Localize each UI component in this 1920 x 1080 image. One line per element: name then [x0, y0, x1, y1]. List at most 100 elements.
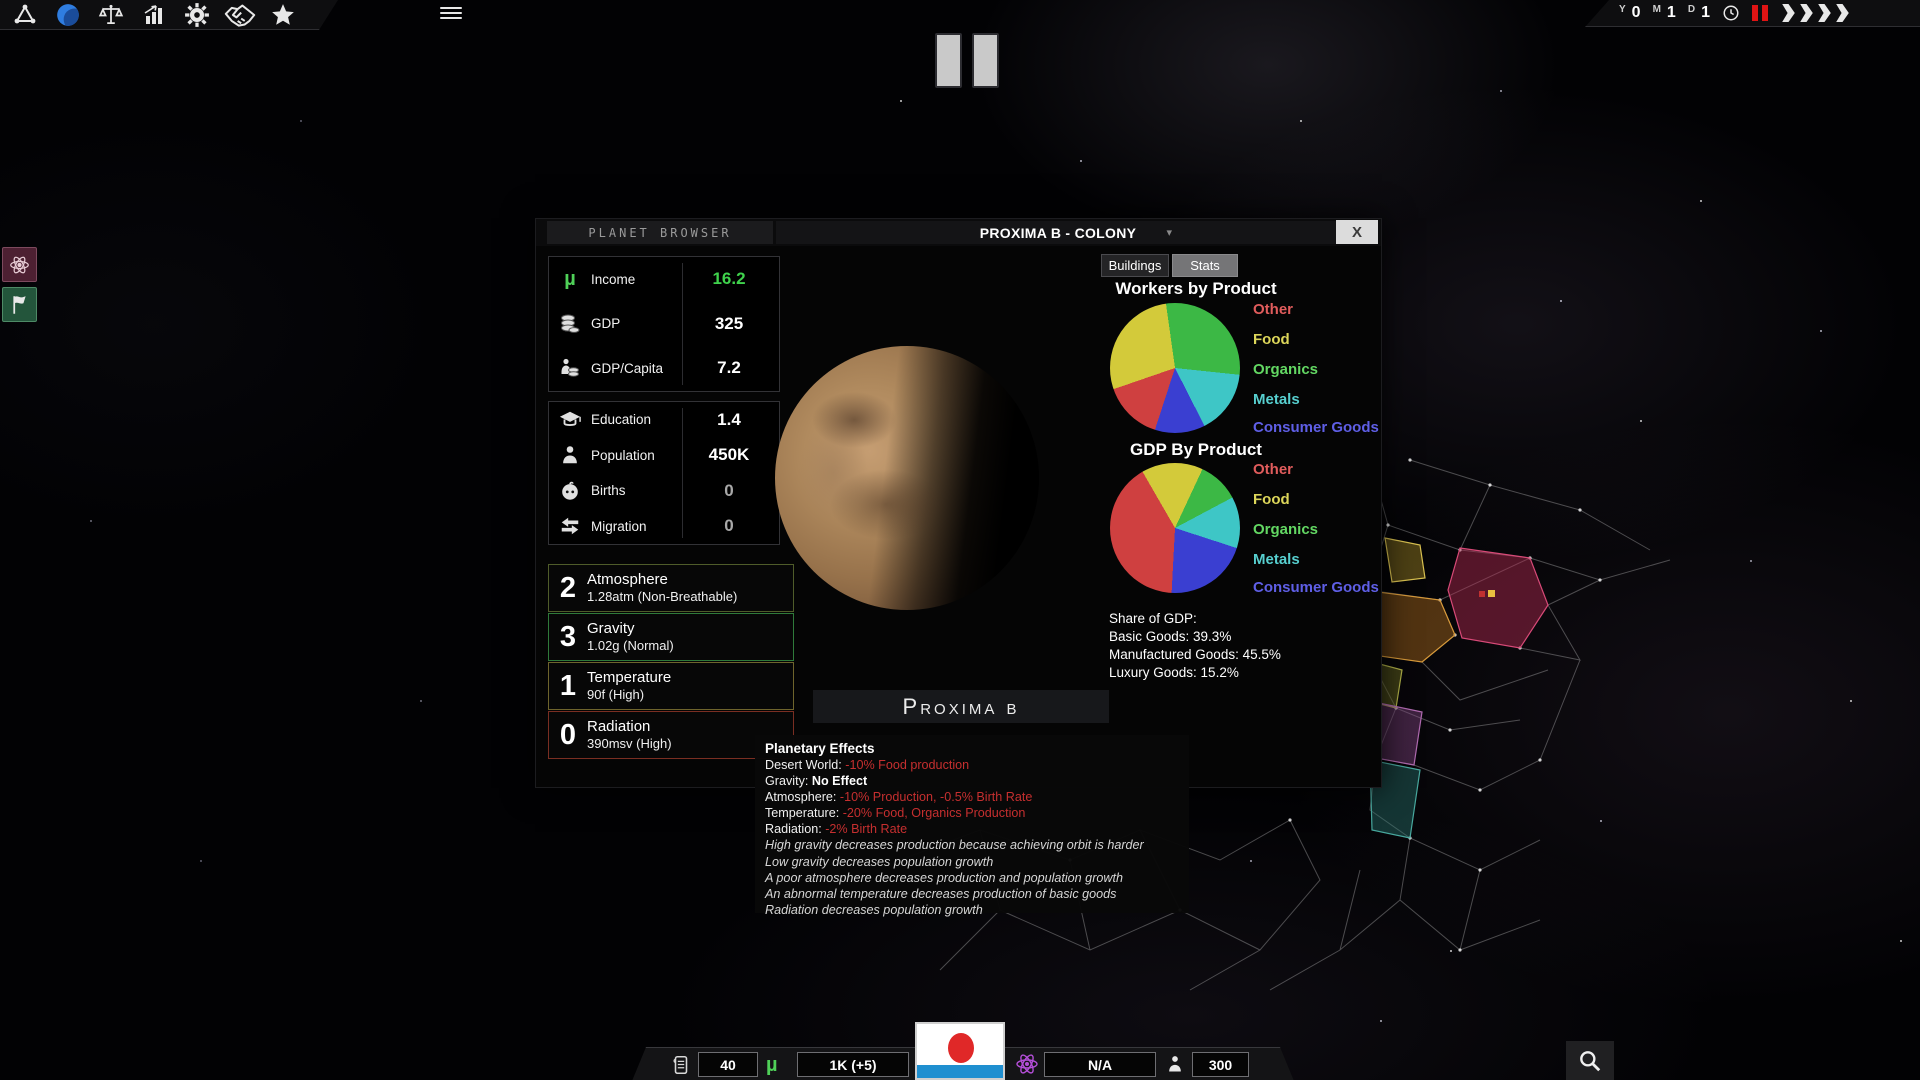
planetary-effects-panel: Planetary Effects Desert World: -10% Foo… [755, 735, 1189, 913]
share-of-gdp-heading: Share of GDP: [1109, 611, 1197, 626]
workers-chart-title: Workers by Product [1036, 279, 1356, 299]
gravity-box: 3 Gravity 1.02g (Normal) [548, 613, 794, 661]
gear-icon [183, 2, 211, 28]
stat-row-population: Population 450K [549, 438, 779, 474]
share-manufactured-goods: Manufactured Goods: 45.5% [1109, 647, 1281, 662]
gdp-capita-value: 7.2 [683, 358, 775, 378]
effects-note: An abnormal temperature decreases produc… [765, 886, 1179, 902]
effect-radiation: Radiation: -2% Birth Rate [765, 821, 1179, 837]
bar-chart-icon [141, 3, 167, 27]
effects-note: High gravity decreases production becaus… [765, 837, 1179, 853]
gdp-chart-title: GDP By Product [1036, 440, 1356, 460]
share-luxury-goods: Luxury Goods: 15.2% [1109, 665, 1239, 680]
speed-chevrons[interactable] [1780, 4, 1851, 22]
planet-icon [54, 2, 82, 28]
speed-chevron-icon [1780, 4, 1797, 22]
migration-arrows-icon [555, 515, 585, 537]
planet-browser-window: PLANET BROWSER PROXIMA B - COLONY ▾ X µ … [535, 218, 1382, 788]
network-icon [11, 3, 39, 27]
research-value[interactable]: N/A [1044, 1052, 1156, 1077]
population-count[interactable]: 300 [1192, 1052, 1249, 1077]
colonies-flag-button[interactable] [2, 287, 37, 322]
graduation-cap-icon [555, 409, 585, 431]
menu-button[interactable] [440, 4, 462, 22]
demographics-stats-box: Education 1.4 Population 450K Births 0 M… [548, 401, 780, 545]
stat-row-gdp-capita: GDP/Capita 7.2 [549, 346, 779, 391]
income-value: 16.2 [683, 269, 775, 289]
stat-row-births: Births 0 [549, 473, 779, 509]
population-icon [1165, 1053, 1185, 1080]
window-title: PLANET BROWSER [547, 221, 773, 244]
month-value: 1 [1667, 4, 1676, 22]
gdp-pie-chart [1110, 463, 1240, 593]
effect-gravity: Gravity: No Effect [765, 773, 1179, 789]
person-coins-icon [555, 356, 585, 380]
hamburger-icon [440, 7, 462, 10]
effects-note: Radiation decreases population growth [765, 902, 1179, 918]
effect-desert-world: Desert World: -10% Food production [765, 757, 1179, 773]
day-label: D [1688, 4, 1695, 15]
atmosphere-box: 2 Atmosphere 1.28atm (Non-Breathable) [548, 564, 794, 612]
legend-organics: Organics [1253, 361, 1318, 378]
stat-row-migration: Migration 0 [549, 509, 779, 545]
clock-icon [1722, 4, 1740, 22]
coins-icon [555, 312, 585, 336]
flag-icon [9, 293, 30, 317]
flag-emblem [948, 1033, 974, 1063]
paused-indicator-icon [935, 33, 999, 88]
planet-image [775, 346, 1039, 610]
year-label: Y [1619, 4, 1626, 15]
reports-count[interactable]: 40 [698, 1052, 758, 1077]
speed-chevron-icon [1816, 4, 1833, 22]
scales-icon [96, 2, 126, 28]
income-mu-icon: µ [555, 269, 585, 289]
economy-stats-box: µ Income 16.2 GDP 325 GDP/Capita 7.2 [548, 256, 780, 392]
empire-flag-button[interactable] [915, 1022, 1005, 1080]
star-icon [269, 2, 297, 28]
legend-food: Food [1253, 491, 1290, 508]
speed-chevron-icon [1798, 4, 1815, 22]
planets-button[interactable] [51, 2, 85, 28]
territory-polygons [1370, 538, 1548, 838]
month-label: M [1653, 4, 1661, 15]
legend-metals: Metals [1253, 551, 1300, 568]
speed-chevron-icon [1834, 4, 1851, 22]
effect-atmosphere: Atmosphere: -10% Production, -0.5% Birth… [765, 789, 1179, 805]
legend-other: Other [1253, 301, 1293, 318]
legend-organics: Organics [1253, 521, 1318, 538]
day-value: 1 [1701, 4, 1710, 22]
effects-note: A poor atmosphere decreases production a… [765, 870, 1179, 886]
close-button[interactable]: X [1336, 220, 1378, 244]
window-header: PLANET BROWSER PROXIMA B - COLONY ▾ X [536, 219, 1381, 246]
legend-food: Food [1253, 331, 1290, 348]
tab-stats[interactable]: Stats [1172, 254, 1238, 277]
search-button[interactable] [1566, 1041, 1614, 1080]
planet-selector-dropdown[interactable]: PROXIMA B - COLONY ▾ [776, 221, 1340, 244]
trade-button[interactable] [223, 2, 257, 28]
main-toolbar [0, 0, 338, 30]
research-button[interactable] [2, 247, 37, 282]
stat-row-income: µ Income 16.2 [549, 257, 779, 302]
baby-face-icon [555, 480, 585, 502]
selected-planet-label: PROXIMA B - COLONY [980, 225, 1137, 241]
workers-pie-chart [1110, 303, 1240, 433]
gdp-value: 325 [683, 314, 775, 334]
settings-button[interactable] [180, 2, 214, 28]
legend-other: Other [1253, 461, 1293, 478]
effects-title: Planetary Effects [765, 741, 1179, 756]
research-atom-icon [1015, 1052, 1039, 1080]
pause-speed-button[interactable] [1752, 5, 1768, 21]
flag-stripe [917, 1065, 1003, 1078]
money-mu-icon: µ [766, 1055, 778, 1075]
favorites-button[interactable] [266, 2, 300, 28]
stat-row-education: Education 1.4 [549, 402, 779, 438]
statistics-button[interactable] [137, 2, 171, 28]
fleet-network-button[interactable] [8, 2, 42, 28]
search-icon [1577, 1048, 1603, 1074]
share-basic-goods: Basic Goods: 39.3% [1109, 629, 1231, 644]
treasury-value[interactable]: 1K (+5) [797, 1052, 909, 1077]
diplomacy-scales-button[interactable] [94, 2, 128, 28]
tab-buildings[interactable]: Buildings [1101, 254, 1169, 277]
chevron-down-icon: ▾ [1166, 226, 1172, 239]
planet-name-label: Proxima b [813, 690, 1109, 723]
